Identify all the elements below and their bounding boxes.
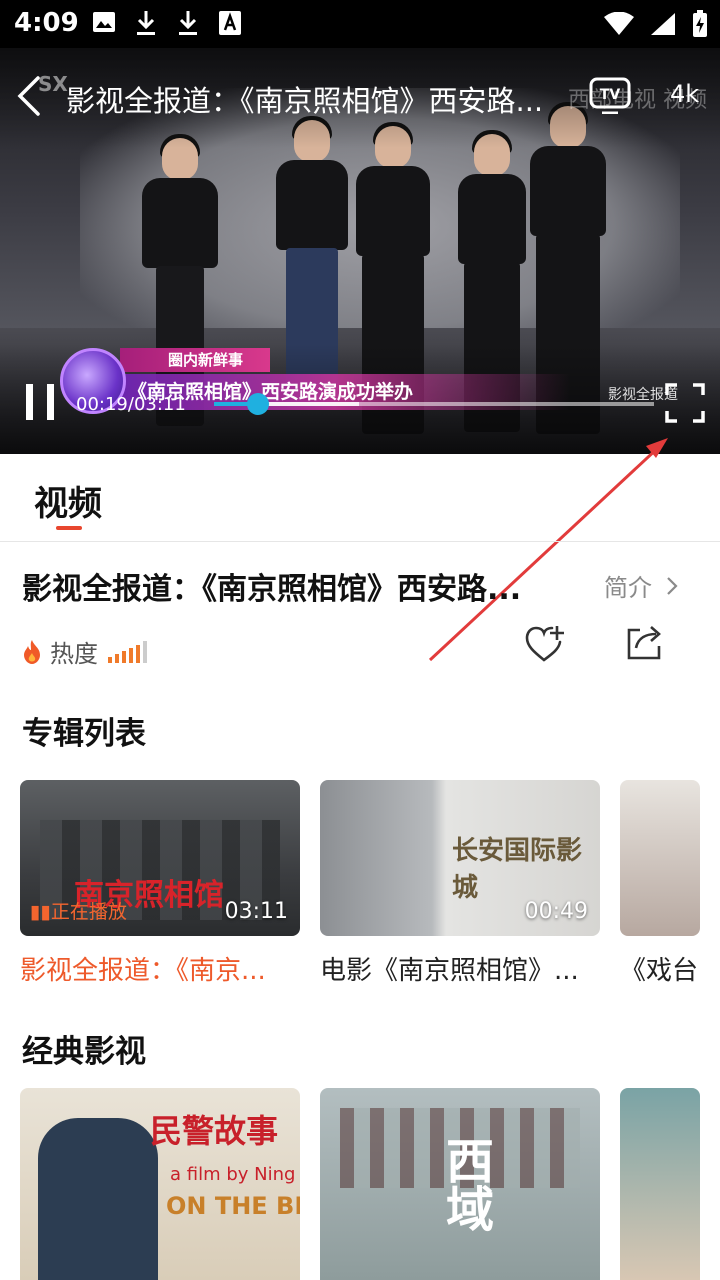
thumb-duration: 00:49 [524, 899, 588, 924]
album-thumbnail [620, 780, 700, 936]
fire-icon [24, 639, 40, 664]
classic-poster[interactable]: 民警故事 a film by Ning Y ON THE BE [20, 1088, 300, 1280]
poster-title: 西域 [437, 1136, 493, 1232]
poster-subtitle: a film by Ning Y [170, 1164, 300, 1185]
album-caption: 影视全报道：《南京... [20, 956, 266, 986]
now-playing-label: ▮▮正在播放 [30, 901, 127, 923]
album-item[interactable]: 《戏台 [620, 780, 700, 987]
album-item[interactable]: 长安国际影城 00:49 电影《南京照相馆》... [320, 780, 600, 987]
intro-link[interactable]: 简介 [604, 568, 678, 603]
favorite-add-icon[interactable] [524, 624, 568, 664]
album-caption: 《戏台 [620, 956, 699, 986]
poster-title: 民警故事 [150, 1112, 279, 1150]
heat-indicator: 热度 [20, 634, 147, 669]
album-caption: 电影《南京照相馆》... [320, 956, 579, 986]
thumb-title-text: 长安国际影城 [452, 836, 583, 903]
tab-bar: 视频 [0, 454, 720, 542]
chevron-right-icon [667, 576, 678, 595]
classic-poster[interactable]: 西域 [320, 1088, 600, 1280]
thumb-duration: 03:11 [224, 899, 288, 924]
album-thumbnail: 南京照相馆 ▮▮正在播放 03:11 [20, 780, 300, 936]
album-list: 南京照相馆 ▮▮正在播放 03:11 影视全报道：《南京... 长安国际影城 0… [20, 780, 720, 1000]
share-icon[interactable] [624, 622, 666, 662]
classic-list: 民警故事 a film by Ning Y ON THE BE 西域 [20, 1088, 720, 1280]
heat-label: 热度 [50, 640, 98, 668]
album-item[interactable]: 南京照相馆 ▮▮正在播放 03:11 影视全报道：《南京... [20, 780, 300, 987]
classic-section-title: 经典影视 [22, 1034, 146, 1070]
poster-subtitle: ON THE BE [166, 1192, 300, 1220]
heat-level-icon [108, 640, 147, 663]
intro-label: 简介 [604, 574, 652, 602]
album-section-title: 专辑列表 [22, 716, 146, 752]
tab-video[interactable]: 视频 [34, 476, 102, 525]
tab-underline [56, 526, 82, 530]
video-title: 影视全报道：《南京照相馆》西安路... [22, 572, 522, 607]
classic-poster[interactable] [620, 1088, 700, 1280]
album-thumbnail: 长安国际影城 00:49 [320, 780, 600, 936]
